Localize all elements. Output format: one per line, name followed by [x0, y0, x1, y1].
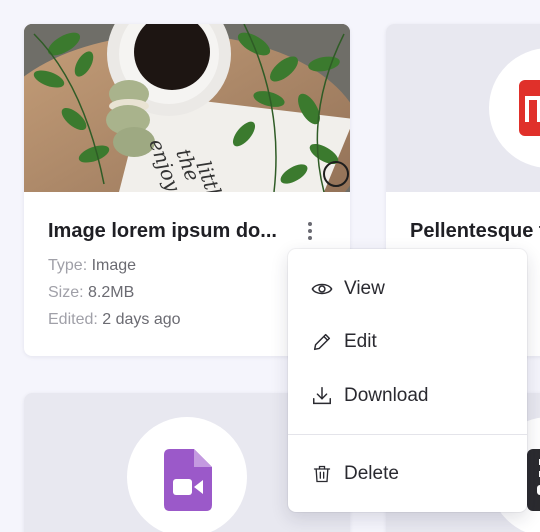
menu-item-download[interactable]: Download [288, 374, 527, 418]
image-thumbnail[interactable]: enjoy the little [24, 24, 350, 192]
menu-item-label: Delete [344, 463, 399, 484]
more-options-button[interactable] [298, 219, 322, 243]
coffee-photo: enjoy the little [24, 24, 350, 192]
video-file-icon [164, 449, 212, 511]
pencil-icon [310, 330, 334, 354]
dot [308, 229, 312, 233]
menu-item-edit[interactable]: Edit [288, 320, 527, 364]
dot [308, 222, 312, 226]
eye-icon [310, 277, 334, 301]
file-icon-circle [489, 48, 540, 168]
pdf-thumbnail[interactable] [386, 24, 540, 192]
file-title: Pellentesque t [410, 220, 540, 242]
trash-icon [310, 462, 334, 486]
download-icon [310, 384, 334, 408]
file-icon-circle [127, 417, 247, 532]
menu-item-label: View [344, 278, 385, 299]
zip-file-icon [527, 449, 540, 511]
file-title: Image lorem ipsum do... [48, 220, 277, 242]
menu-item-label: Download [344, 385, 429, 406]
menu-item-delete[interactable]: Delete [288, 452, 527, 496]
context-menu: View Edit Download Delete [288, 249, 527, 512]
menu-item-label: Edit [344, 331, 377, 352]
dot [308, 236, 312, 240]
menu-divider [288, 434, 527, 435]
menu-item-view[interactable]: View [288, 267, 527, 311]
pdf-file-icon [519, 80, 540, 136]
